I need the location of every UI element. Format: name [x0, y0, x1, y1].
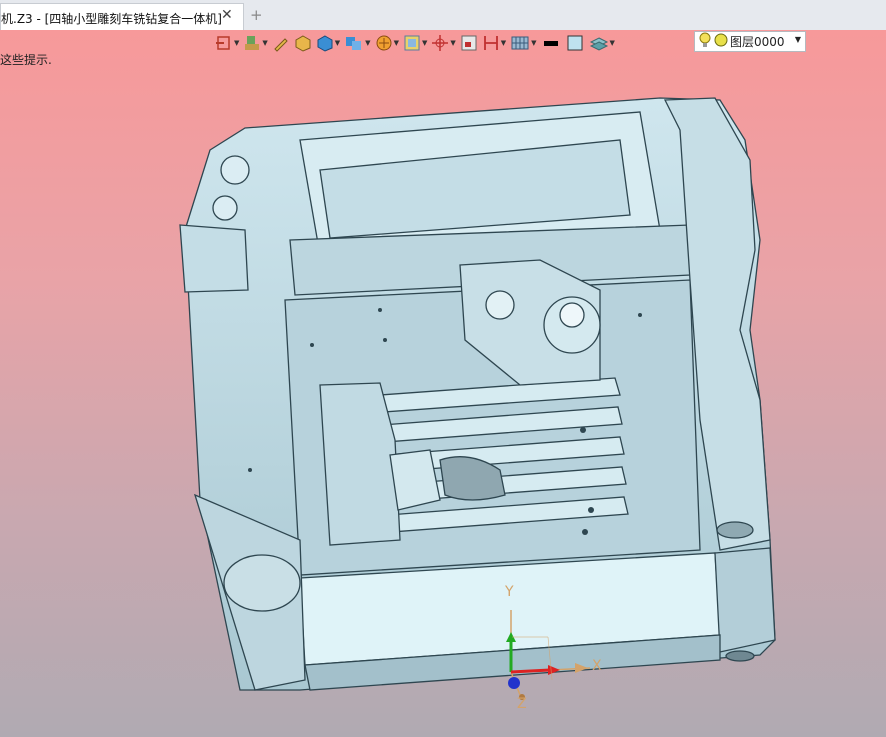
document-tab[interactable]: 机.Z3 - [四轴小型雕刻车铣钻复合一体机] ✕	[0, 3, 244, 30]
document-tab-title: 机.Z3 - [四轴小型雕刻车铣钻复合一体机]	[1, 12, 222, 26]
exit-icon[interactable]: ▼	[214, 32, 240, 54]
window-icon[interactable]	[459, 32, 479, 54]
view-cube-icon[interactable]: ▼	[343, 32, 371, 54]
layer-value: 图层0000	[730, 35, 785, 49]
chevron-down-icon[interactable]: ▼	[795, 35, 801, 44]
color-swatch-icon[interactable]	[564, 32, 586, 54]
cnc-machine-model	[179, 97, 776, 701]
grid-icon[interactable]: ▼	[509, 32, 537, 54]
view-toolbar: ▼ ▼ ▼ ▼ ▼ ▼ ▼ ▼ ▼ ▼	[214, 32, 616, 54]
render-icon[interactable]: ▼	[374, 32, 400, 54]
3d-viewport[interactable]: 这些提示. X Y Z ▼ ▼ ▼ ▼ ▼ ▼ ▼ ▼ ▼ ▼ 图层0000 ▼	[0, 30, 886, 737]
layer-stack-icon[interactable]: ▼	[588, 32, 616, 54]
bracket-icon[interactable]: ▼	[481, 32, 507, 54]
frame-icon[interactable]: ▼	[402, 32, 428, 54]
layer-select[interactable]: 图层0000 ▼	[694, 31, 806, 52]
origin-icon[interactable]: ▼	[430, 32, 456, 54]
lightbulb-icon[interactable]	[699, 32, 711, 51]
add-tab-icon[interactable]: +	[250, 6, 263, 24]
box-icon[interactable]: ▼	[315, 32, 341, 54]
close-icon[interactable]: ✕	[221, 7, 233, 23]
axis-x-label: X	[592, 658, 602, 674]
pencil-icon[interactable]	[271, 32, 291, 54]
brush-icon[interactable]: ▼	[242, 32, 268, 54]
black-line-icon[interactable]	[540, 32, 562, 54]
solid-shade-icon[interactable]	[293, 32, 313, 54]
layer-color-icon	[714, 33, 728, 50]
tab-bar: 机.Z3 - [四轴小型雕刻车铣钻复合一体机] ✕ +	[0, 0, 886, 31]
axis-y-label: Y	[505, 584, 514, 600]
axis-z-label: Z	[517, 696, 527, 712]
